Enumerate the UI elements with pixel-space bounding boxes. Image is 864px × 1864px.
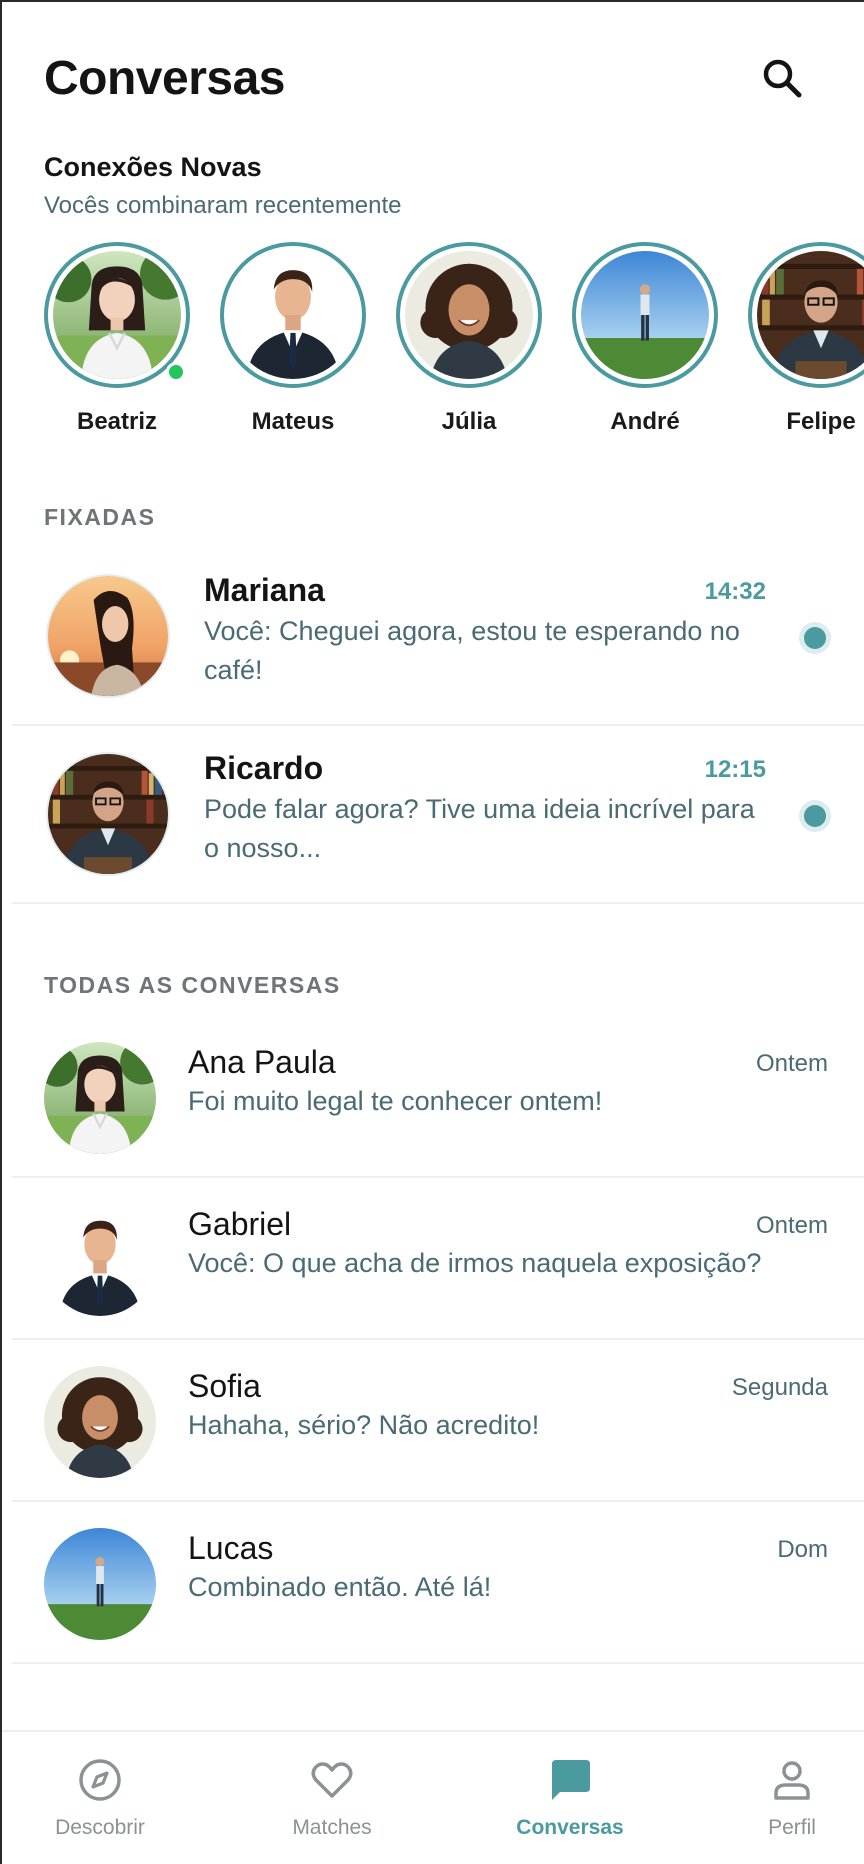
story-avatar-ring	[44, 242, 190, 388]
unread-indicator	[804, 627, 826, 649]
pinned-chat-row[interactable]: Ricardo 12:15 Pode falar agora? Tive uma…	[12, 726, 864, 904]
avatar	[44, 1366, 156, 1478]
story-name: André	[610, 408, 680, 435]
chat-icon	[552, 1760, 590, 1800]
nav-label: Conversas	[516, 1816, 624, 1839]
avatar	[757, 251, 864, 379]
search-button[interactable]	[758, 54, 808, 104]
story-julia[interactable]: Júlia	[396, 242, 542, 436]
chat-name: Lucas	[188, 1530, 274, 1566]
chat-name: Sofia	[188, 1368, 261, 1404]
avatar	[229, 251, 357, 379]
nav-matches[interactable]: Matches	[232, 1732, 432, 1864]
chat-time: Segunda	[731, 1374, 828, 1401]
nav-label: Perfil	[768, 1816, 816, 1839]
chat-row[interactable]: Ana Paula Ontem Foi muito legal te conhe…	[12, 1016, 864, 1178]
story-felipe[interactable]: Felipe	[748, 242, 864, 436]
chat-preview: Pode falar agora? Tive uma ideia incríve…	[204, 794, 755, 863]
chat-preview: Você: Cheguei agora, estou te esperando …	[204, 616, 740, 685]
chat-preview: Combinado então. Até lá!	[188, 1572, 492, 1602]
story-avatar-ring	[572, 242, 718, 388]
bottom-navigation: Descobrir Matches Conversas Perfil	[2, 1730, 864, 1864]
chat-time: Dom	[777, 1536, 828, 1563]
app-screen: Conversas Conexões Novas Vocês combinara…	[0, 0, 864, 1864]
story-avatar-ring	[396, 242, 542, 388]
avatar	[46, 574, 170, 698]
avatar	[53, 251, 181, 379]
story-name: Júlia	[441, 408, 497, 435]
chat-row[interactable]: Lucas Dom Combinado então. Até lá!	[12, 1502, 864, 1664]
nav-profile[interactable]: Perfil	[692, 1732, 864, 1864]
chat-preview: Foi muito legal te conhecer ontem!	[188, 1086, 603, 1116]
chat-preview: Hahaha, sério? Não acredito!	[188, 1410, 540, 1440]
story-beatriz[interactable]: Beatriz	[44, 242, 190, 436]
new-connections-carousel[interactable]: Beatriz Mateus Júlia André Felipe	[44, 242, 864, 442]
chat-name: Mariana	[204, 572, 325, 608]
avatar	[44, 1204, 156, 1316]
chat-time: Ontem	[755, 1050, 828, 1077]
nav-discover[interactable]: Descobrir	[0, 1732, 200, 1864]
nav-chats[interactable]: Conversas	[470, 1732, 670, 1864]
page-title: Conversas	[44, 52, 285, 105]
user-icon	[774, 1761, 810, 1800]
story-andre[interactable]: André	[572, 242, 718, 436]
search-icon	[763, 59, 802, 98]
story-avatar-ring	[220, 242, 366, 388]
nav-label: Descobrir	[55, 1816, 145, 1839]
avatar	[405, 251, 533, 379]
story-name: Felipe	[786, 408, 856, 435]
avatar	[46, 752, 170, 876]
chat-name: Gabriel	[188, 1206, 292, 1242]
heart-icon	[311, 1762, 353, 1798]
nav-label: Matches	[292, 1816, 372, 1839]
chat-time: 14:32	[704, 578, 766, 605]
pinned-chat-row[interactable]: Mariana 14:32 Você: Cheguei agora, estou…	[12, 548, 864, 726]
story-name: Mateus	[251, 408, 335, 435]
all-chats-section-label: TODAS AS CONVERSAS	[44, 972, 341, 998]
chat-row[interactable]: Gabriel Ontem Você: O que acha de irmos …	[12, 1178, 864, 1340]
avatar	[44, 1528, 156, 1640]
pinned-section-label: FIXADAS	[44, 504, 156, 530]
compass-icon	[79, 1759, 121, 1801]
unread-indicator	[804, 805, 826, 827]
new-connections-title: Conexões Novas	[44, 152, 262, 182]
story-mateus[interactable]: Mateus	[220, 242, 366, 436]
avatar	[581, 251, 709, 379]
chat-row[interactable]: Sofia Segunda Hahaha, sério? Não acredit…	[12, 1340, 864, 1502]
story-name: Beatriz	[76, 408, 158, 435]
chat-time: 12:15	[704, 756, 766, 783]
new-connections-subtitle: Vocês combinaram recentemente	[44, 192, 402, 219]
chat-name: Ana Paula	[188, 1044, 336, 1080]
chat-time: Ontem	[755, 1212, 828, 1239]
avatar	[44, 1042, 156, 1154]
header: Conversas	[44, 46, 822, 112]
story-avatar-ring	[748, 242, 864, 388]
online-indicator	[166, 362, 186, 382]
chat-name: Ricardo	[204, 750, 324, 786]
chat-preview: Você: O que acha de irmos naquela exposi…	[188, 1248, 762, 1278]
